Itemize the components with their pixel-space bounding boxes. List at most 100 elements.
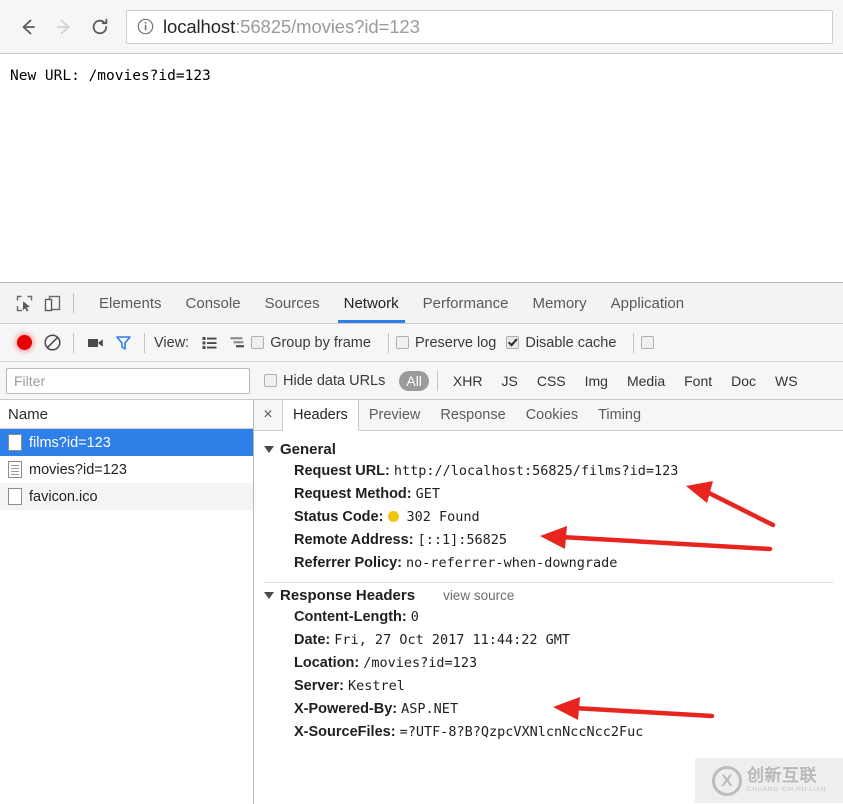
type-filter-ws[interactable]: WS (768, 371, 805, 391)
request-row-movies-label: movies?id=123 (29, 461, 127, 478)
tab-network[interactable]: Network (332, 283, 411, 323)
detail-tab-headers-label: Headers (293, 407, 348, 423)
offline-checkbox[interactable] (641, 336, 655, 349)
browser-window: localhost:56825/movies?id=123 New URL: /… (0, 0, 843, 804)
response-headers-section-header[interactable]: Response Headers view source (264, 587, 843, 604)
address-bar[interactable]: localhost:56825/movies?id=123 (126, 9, 833, 44)
detail-tab-response[interactable]: Response (430, 400, 515, 430)
filter-input[interactable] (6, 367, 250, 394)
type-filter-media[interactable]: Media (620, 371, 672, 391)
disable-cache-label: Disable cache (525, 334, 617, 351)
forward-button[interactable] (46, 9, 82, 45)
request-list-header: Name (0, 400, 253, 429)
device-toolbar-button[interactable] (38, 289, 66, 317)
tab-elements-label: Elements (99, 294, 162, 312)
detail-tab-preview[interactable]: Preview (359, 400, 431, 430)
header-x-powered-by: X-Powered-By: ASP.NET (264, 698, 843, 721)
camera-icon (87, 339, 103, 347)
preserve-log-label: Preserve log (414, 334, 497, 351)
header-request-url: Request URL: http://localhost:56825/film… (264, 460, 843, 483)
header-x-sourcefiles-value: =?UTF-8?B?QzpcVXNlcnNccNcc2Fuc (399, 724, 644, 740)
inspect-element-button[interactable] (10, 289, 38, 317)
network-filterbar: Hide data URLs All XHR JS CSS Img Media … (0, 362, 843, 400)
tab-elements[interactable]: Elements (87, 283, 174, 323)
section-divider (264, 582, 833, 583)
header-content-length-key: Content-Length: (294, 609, 407, 625)
filter-button[interactable] (109, 329, 137, 357)
capture-screenshots-button[interactable] (81, 329, 109, 357)
collapse-triangle-icon (264, 446, 274, 453)
info-circle-icon[interactable] (137, 18, 154, 35)
toolbar-separator-4 (387, 332, 389, 353)
type-filter-img[interactable]: Img (578, 371, 615, 391)
request-row-films[interactable]: films?id=123 (0, 429, 253, 456)
devtools-panel: Elements Console Sources Network Perform… (0, 282, 843, 804)
tab-console-label: Console (185, 294, 241, 312)
type-filter-xhr[interactable]: XHR (446, 371, 490, 391)
tab-console[interactable]: Console (174, 283, 253, 323)
close-detail-button[interactable]: × (254, 400, 282, 430)
page-body-text: New URL: /movies?id=123 (10, 68, 211, 84)
request-row-movies[interactable]: movies?id=123 (0, 456, 253, 483)
page-viewport: New URL: /movies?id=123 (0, 54, 843, 282)
header-referrer-policy-value: no-referrer-when-downgrade (406, 555, 618, 571)
reload-button[interactable] (82, 9, 118, 45)
request-list: Name films?id=123 movies?id=123 favicon.… (0, 400, 254, 804)
list-view-icon (202, 337, 217, 349)
tab-performance-label: Performance (422, 294, 509, 312)
network-body: Name films?id=123 movies?id=123 favicon.… (0, 400, 843, 804)
back-button[interactable] (10, 9, 46, 45)
header-content-length-value: 0 (410, 609, 419, 625)
header-status-code-key: Status Code: (294, 509, 384, 525)
type-filter-js[interactable]: JS (494, 371, 524, 391)
record-button[interactable] (10, 329, 38, 357)
reload-icon (92, 18, 108, 34)
header-request-url-key: Request URL: (294, 463, 390, 479)
type-separator (436, 370, 438, 391)
detail-tab-cookies[interactable]: Cookies (516, 400, 588, 430)
detail-tab-headers[interactable]: Headers (282, 400, 359, 431)
disable-cache-checkbox-box (506, 336, 520, 349)
header-server-key: Server: (294, 678, 344, 694)
group-by-frame-checkbox[interactable]: Group by frame (251, 335, 371, 351)
device-toolbar-icon (44, 295, 60, 311)
waterfall-view-button[interactable] (223, 329, 251, 357)
detail-tab-preview-label: Preview (368, 407, 421, 423)
header-x-sourcefiles: X-SourceFiles: =?UTF-8?B?QzpcVXNlcnNccNc… (264, 721, 843, 744)
hide-data-urls-label: Hide data URLs (283, 372, 386, 389)
collapse-triangle-icon-2 (264, 592, 274, 599)
tab-sources[interactable]: Sources (253, 283, 332, 323)
type-filter-css[interactable]: CSS (530, 371, 573, 391)
view-label: View: (154, 334, 190, 351)
request-row-favicon[interactable]: favicon.ico (0, 483, 253, 510)
headers-content: General Request URL: http://localhost:56… (254, 431, 843, 804)
clear-button[interactable] (38, 329, 66, 357)
header-location-key: Location: (294, 655, 360, 671)
preserve-log-checkbox-box (395, 336, 409, 349)
detail-tab-timing[interactable]: Timing (588, 400, 651, 430)
disable-cache-checkbox[interactable]: Disable cache (506, 335, 616, 351)
clear-icon (43, 334, 61, 351)
detail-tab-response-label: Response (440, 407, 506, 423)
list-view-button[interactable] (195, 329, 223, 357)
tab-memory[interactable]: Memory (521, 283, 599, 323)
preserve-log-checkbox[interactable]: Preserve log (395, 334, 497, 351)
header-remote-address-value: [::1]:56825 (417, 532, 507, 548)
type-filter-all[interactable]: All (399, 370, 429, 391)
network-toolbar: View: Group by frame Preserve log Disabl… (0, 324, 843, 362)
type-filter-doc[interactable]: Doc (724, 371, 763, 391)
tab-application[interactable]: Application (599, 283, 696, 323)
lined-document-icon (8, 461, 22, 478)
record-button-icon (16, 335, 32, 350)
detail-tab-list: × Headers Preview Response Cookies Timin… (254, 400, 843, 431)
request-row-favicon-label: favicon.ico (29, 488, 98, 505)
type-filter-font[interactable]: Font (677, 371, 719, 391)
general-section-header[interactable]: General (264, 441, 843, 458)
status-indicator-icon (388, 511, 400, 522)
group-by-frame-checkbox-box (251, 336, 265, 349)
tab-performance[interactable]: Performance (411, 283, 521, 323)
hide-data-urls-checkbox[interactable]: Hide data URLs (264, 373, 385, 389)
filter-funnel-icon (115, 336, 131, 350)
view-source-link[interactable]: view source (443, 588, 514, 603)
request-row-films-label: films?id=123 (29, 434, 111, 451)
